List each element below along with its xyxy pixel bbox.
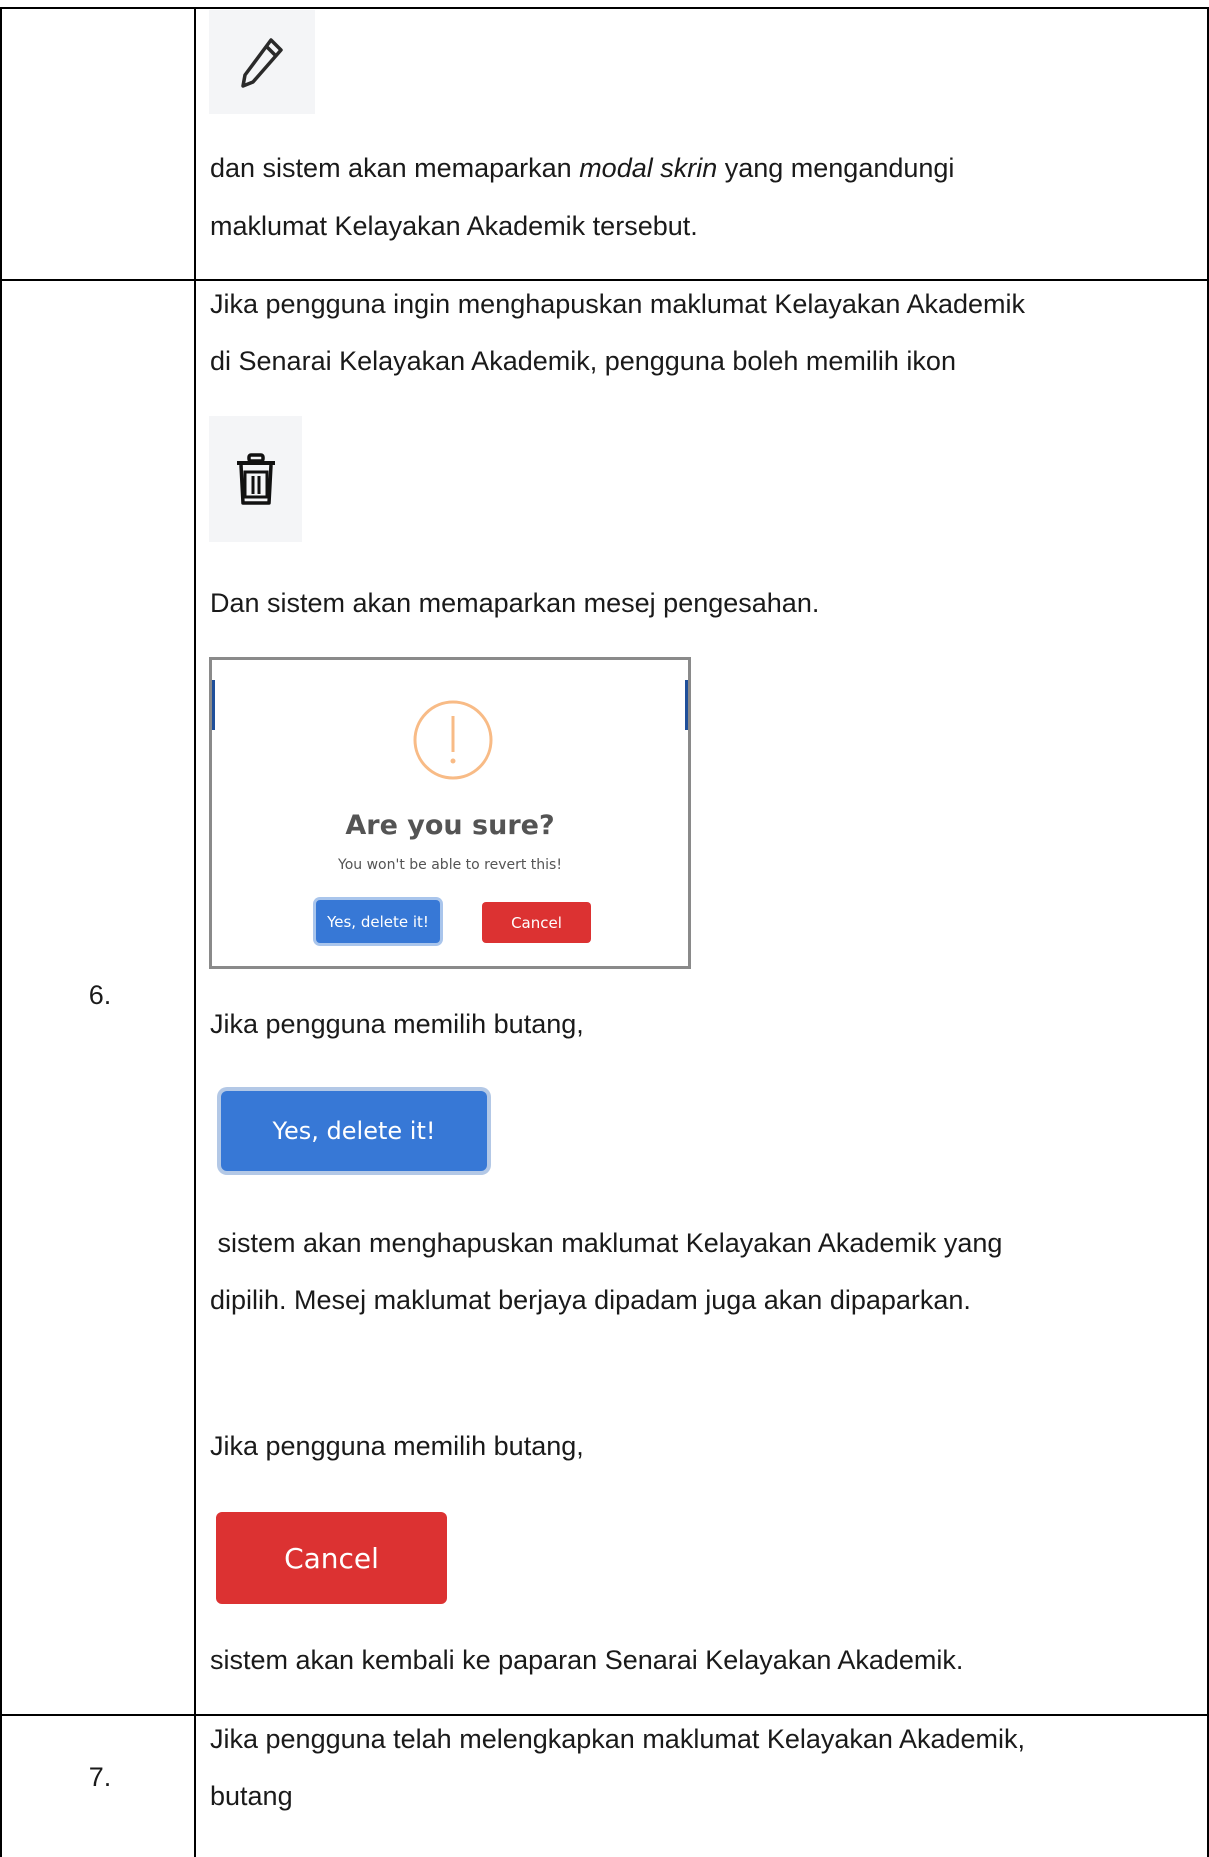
table-border-left: [0, 7, 2, 1857]
trash-icon: [236, 453, 275, 505]
row-divider-6-7: [0, 1714, 1209, 1716]
cancel-button[interactable]: Cancel: [216, 1512, 447, 1604]
row5-text-line2: maklumat Kelayakan Akademik tersebut.: [210, 211, 698, 241]
dialog-edge-accent-right: [685, 680, 688, 730]
dialog-cancel-button[interactable]: Cancel: [482, 902, 591, 943]
row-divider-5-6: [0, 279, 1209, 281]
table-border-top: [0, 7, 1209, 9]
dialog-title: Are you sure?: [345, 810, 555, 841]
pencil-icon: [241, 38, 283, 88]
row6-choose-button-1: Jika pengguna memilih butang,: [210, 1009, 584, 1039]
table-column-divider: [194, 7, 196, 1857]
row6-yes-result-line2: dipilih. Mesej maklumat berjaya dipadam …: [210, 1285, 971, 1315]
exclamation-icon: [413, 700, 493, 780]
row6-confirm-text: Dan sistem akan memaparkan mesej pengesa…: [210, 588, 820, 618]
row7-text-line2: butang: [210, 1781, 293, 1811]
yes-delete-button[interactable]: Yes, delete it!: [221, 1091, 487, 1171]
delete-icon-tile: [209, 416, 302, 542]
row6-yes-result-line1: sistem akan menghapuskan maklumat Kelaya…: [210, 1228, 1003, 1258]
row6-intro-line1: Jika pengguna ingin menghapuskan makluma…: [210, 289, 1026, 319]
row6-intro-line2: di Senarai Kelayakan Akademik, pengguna …: [210, 346, 956, 376]
row7-number: 7.: [88, 1762, 112, 1792]
row6-number: 6.: [88, 980, 112, 1010]
edit-icon-tile: [209, 10, 315, 114]
confirmation-dialog-screenshot: Are you sure? You won't be able to rever…: [209, 657, 691, 969]
dialog-confirm-button[interactable]: Yes, delete it!: [316, 900, 440, 943]
dialog-message: You won't be able to revert this!: [338, 857, 562, 873]
row6-choose-button-2: Jika pengguna memilih butang,: [210, 1431, 584, 1461]
row7-text-line1: Jika pengguna telah melengkapkan makluma…: [210, 1724, 1025, 1754]
row5-text-line1: dan sistem akan memaparkan modal skrin y…: [210, 153, 955, 183]
row6-cancel-result: sistem akan kembali ke paparan Senarai K…: [210, 1645, 964, 1675]
dialog-edge-accent-left: [212, 680, 215, 730]
